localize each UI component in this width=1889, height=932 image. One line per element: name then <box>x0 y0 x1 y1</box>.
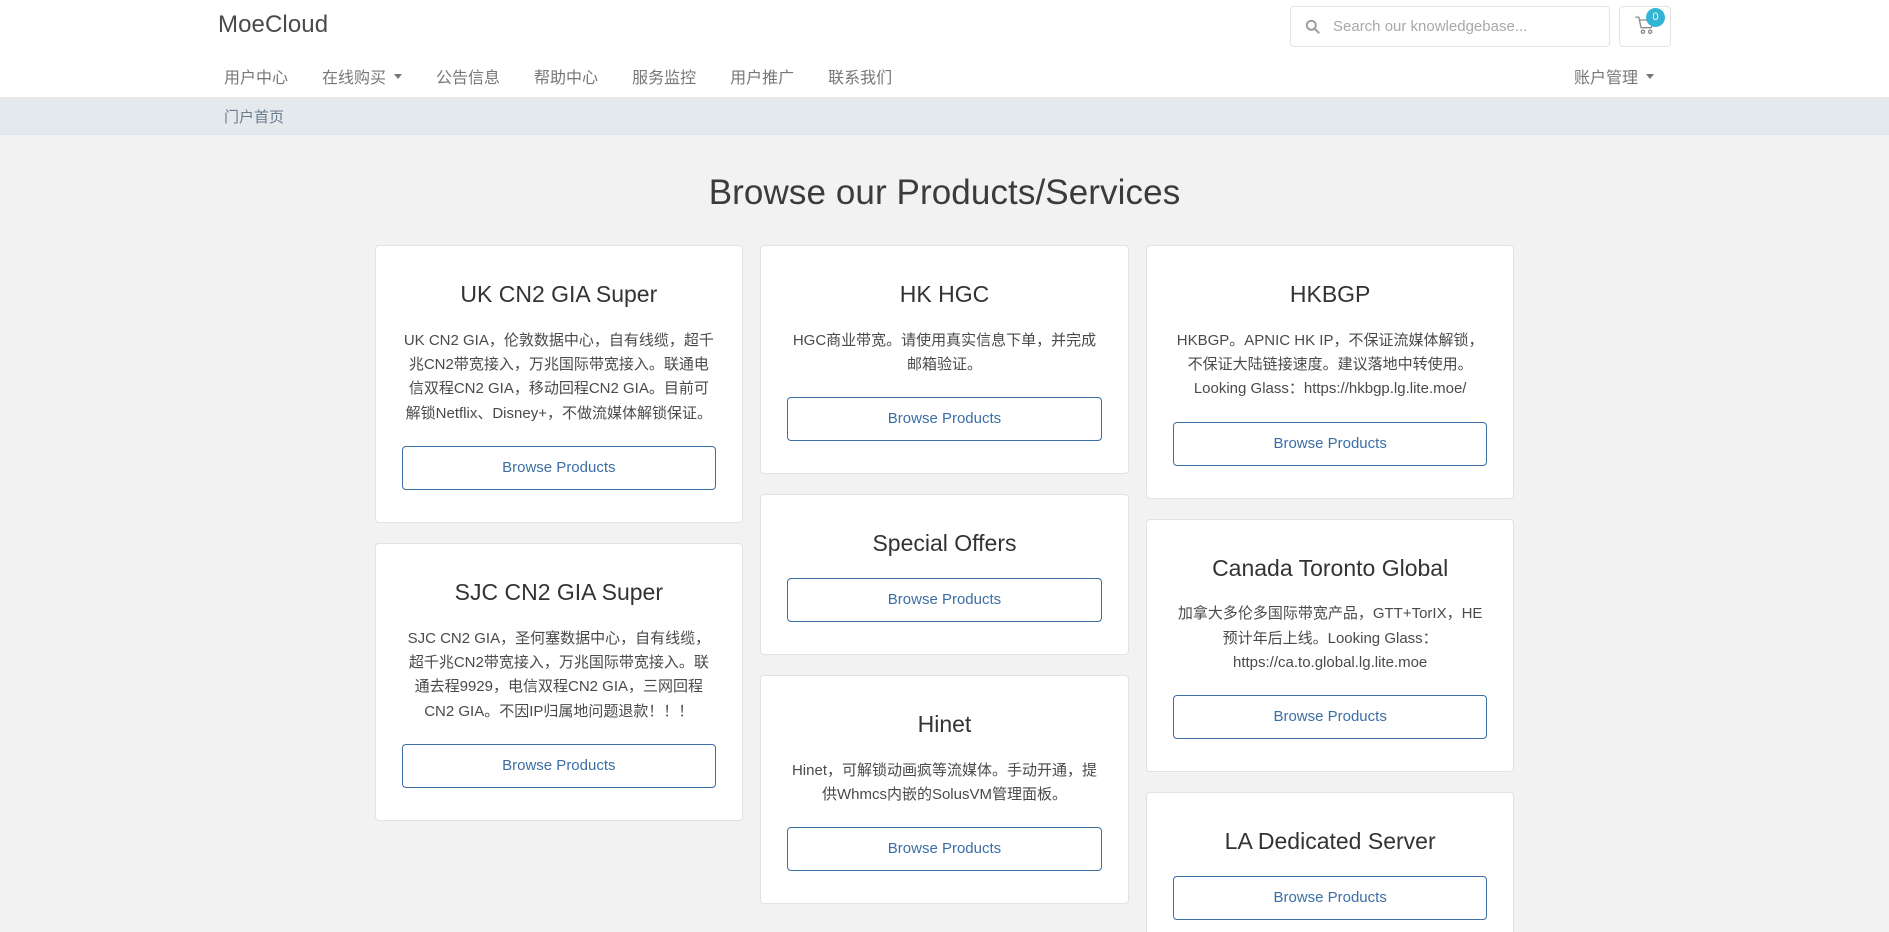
shopping-cart-button[interactable]: 0 <box>1619 6 1671 47</box>
nav-label: 帮助中心 <box>534 69 599 87</box>
card-title: HKBGP <box>1289 281 1371 307</box>
breadcrumb-bar: 门户首页 <box>0 98 1889 135</box>
card-description: UK CN2 GIA，伦敦数据中心，自有线缆，超千兆CN2带宽接入，万兆国际带宽… <box>403 331 714 422</box>
browse-products-button[interactable]: Browse Products <box>787 827 1102 872</box>
product-group-card: Hinet Hinet，可解锁动画疯等流媒体。手动开通，提供Whmcs内嵌的So… <box>760 674 1129 905</box>
product-group-card: LA Dedicated Server Browse Products <box>1145 792 1515 932</box>
browse-products-button[interactable]: Browse Products <box>1172 695 1488 740</box>
chevron-down-icon <box>1646 74 1654 79</box>
brand-logo[interactable]: MoeCloud <box>218 9 328 41</box>
card-title: LA Dedicated Server <box>1224 828 1436 855</box>
product-group-card: HK HGC HGC商业带宽。请使用真实信息下单，并完成邮箱验证。 Browse… <box>760 245 1129 475</box>
chevron-down-icon <box>394 74 403 79</box>
card-title: SJC CN2 GIA Super <box>454 578 663 605</box>
product-group-card: Special Offers Browse Products <box>760 494 1129 655</box>
nav-list: 用户中心 在线购买 公告信息 帮助中心 服务监控 用户推广 联系我们 <box>218 53 909 98</box>
nav-item-contact-us[interactable]: 联系我们 <box>811 53 909 98</box>
nav-right-group: 账户管理 <box>1568 53 1671 98</box>
nav-item-online-purchase[interactable]: 在线购买 <box>305 53 419 98</box>
nav-item-account-management[interactable]: 账户管理 <box>1568 53 1671 98</box>
nav-item-service-monitoring[interactable]: 服务监控 <box>615 53 713 98</box>
browse-products-button[interactable]: Browse Products <box>1172 421 1488 466</box>
product-group-grid: UK CN2 GIA Super UK CN2 GIA，伦敦数据中心，自有线缆，… <box>374 245 1515 932</box>
nav-item-help-center[interactable]: 帮助中心 <box>517 53 615 98</box>
card-title: UK CN2 GIA Super <box>460 281 658 307</box>
product-group-card: Canada Toronto Global 加拿大多伦多国际带宽产品，GTT+T… <box>1145 518 1515 773</box>
nav-label: 用户推广 <box>730 69 795 87</box>
nav-container: 用户中心 在线购买 公告信息 帮助中心 服务监控 用户推广 联系我们 账户管理 <box>200 53 1689 98</box>
product-group-card: HKBGP HKBGP。APNIC HK IP，不保证流媒体解锁，不保证大陆链接… <box>1145 245 1515 499</box>
card-title: Canada Toronto Global <box>1212 554 1449 581</box>
card-description: 加拿大多伦多国际带宽产品，GTT+TorIX，HE预计年后上线。Looking … <box>1177 605 1483 672</box>
browse-products-button[interactable]: Browse Products <box>787 397 1102 442</box>
main-content: Browse our Products/Services UK CN2 GIA … <box>0 135 1889 932</box>
card-title: Special Offers <box>872 530 1017 557</box>
card-title: Hinet <box>917 710 972 737</box>
browse-products-button[interactable]: Browse Products <box>401 743 717 788</box>
nav-label: 用户中心 <box>224 69 289 87</box>
nav-label: 联系我们 <box>828 69 893 87</box>
main-navigation: 用户中心 在线购买 公告信息 帮助中心 服务监控 用户推广 联系我们 账户管理 <box>0 53 1889 98</box>
card-description: SJC CN2 GIA，圣何塞数据中心，自有线缆，超千兆CN2带宽接入，万兆国际… <box>407 629 711 720</box>
browse-products-button[interactable]: Browse Products <box>401 446 717 490</box>
nav-item-announcements[interactable]: 公告信息 <box>419 53 517 98</box>
card-description: HGC商业带宽。请使用真实信息下单，并完成邮箱验证。 <box>792 331 1097 374</box>
card-description: HKBGP。APNIC HK IP，不保证流媒体解锁，不保证大陆链接速度。建议落… <box>1176 331 1484 398</box>
card-description: Hinet，可解锁动画疯等流媒体。手动开通，提供Whmcs内嵌的SolusVM管… <box>791 761 1097 804</box>
header-right-group: 0 <box>1290 6 1671 47</box>
breadcrumb-item-home[interactable]: 门户首页 <box>218 106 284 127</box>
page-title: Browse our Products/Services <box>708 173 1181 212</box>
breadcrumb: 门户首页 <box>200 98 1689 135</box>
nav-label: 在线购买 <box>322 69 387 87</box>
nav-item-affiliates[interactable]: 用户推广 <box>713 53 811 98</box>
site-header: MoeCloud 0 <box>0 0 1889 53</box>
browse-products-button[interactable]: Browse Products <box>787 578 1102 622</box>
search-container <box>1290 6 1610 47</box>
nav-label: 公告信息 <box>436 69 501 87</box>
nav-label: 账户管理 <box>1573 69 1638 87</box>
browse-products-button[interactable]: Browse Products <box>1172 875 1488 920</box>
nav-item-user-center[interactable]: 用户中心 <box>218 53 305 98</box>
cart-count-badge: 0 <box>1646 8 1665 27</box>
card-title: HK HGC <box>899 281 990 307</box>
product-group-card: UK CN2 GIA Super UK CN2 GIA，伦敦数据中心，自有线缆，… <box>374 245 744 523</box>
product-group-card: SJC CN2 GIA Super SJC CN2 GIA，圣何塞数据中心，自有… <box>374 542 744 821</box>
search-input[interactable] <box>1290 6 1610 47</box>
nav-label: 服务监控 <box>632 69 697 87</box>
